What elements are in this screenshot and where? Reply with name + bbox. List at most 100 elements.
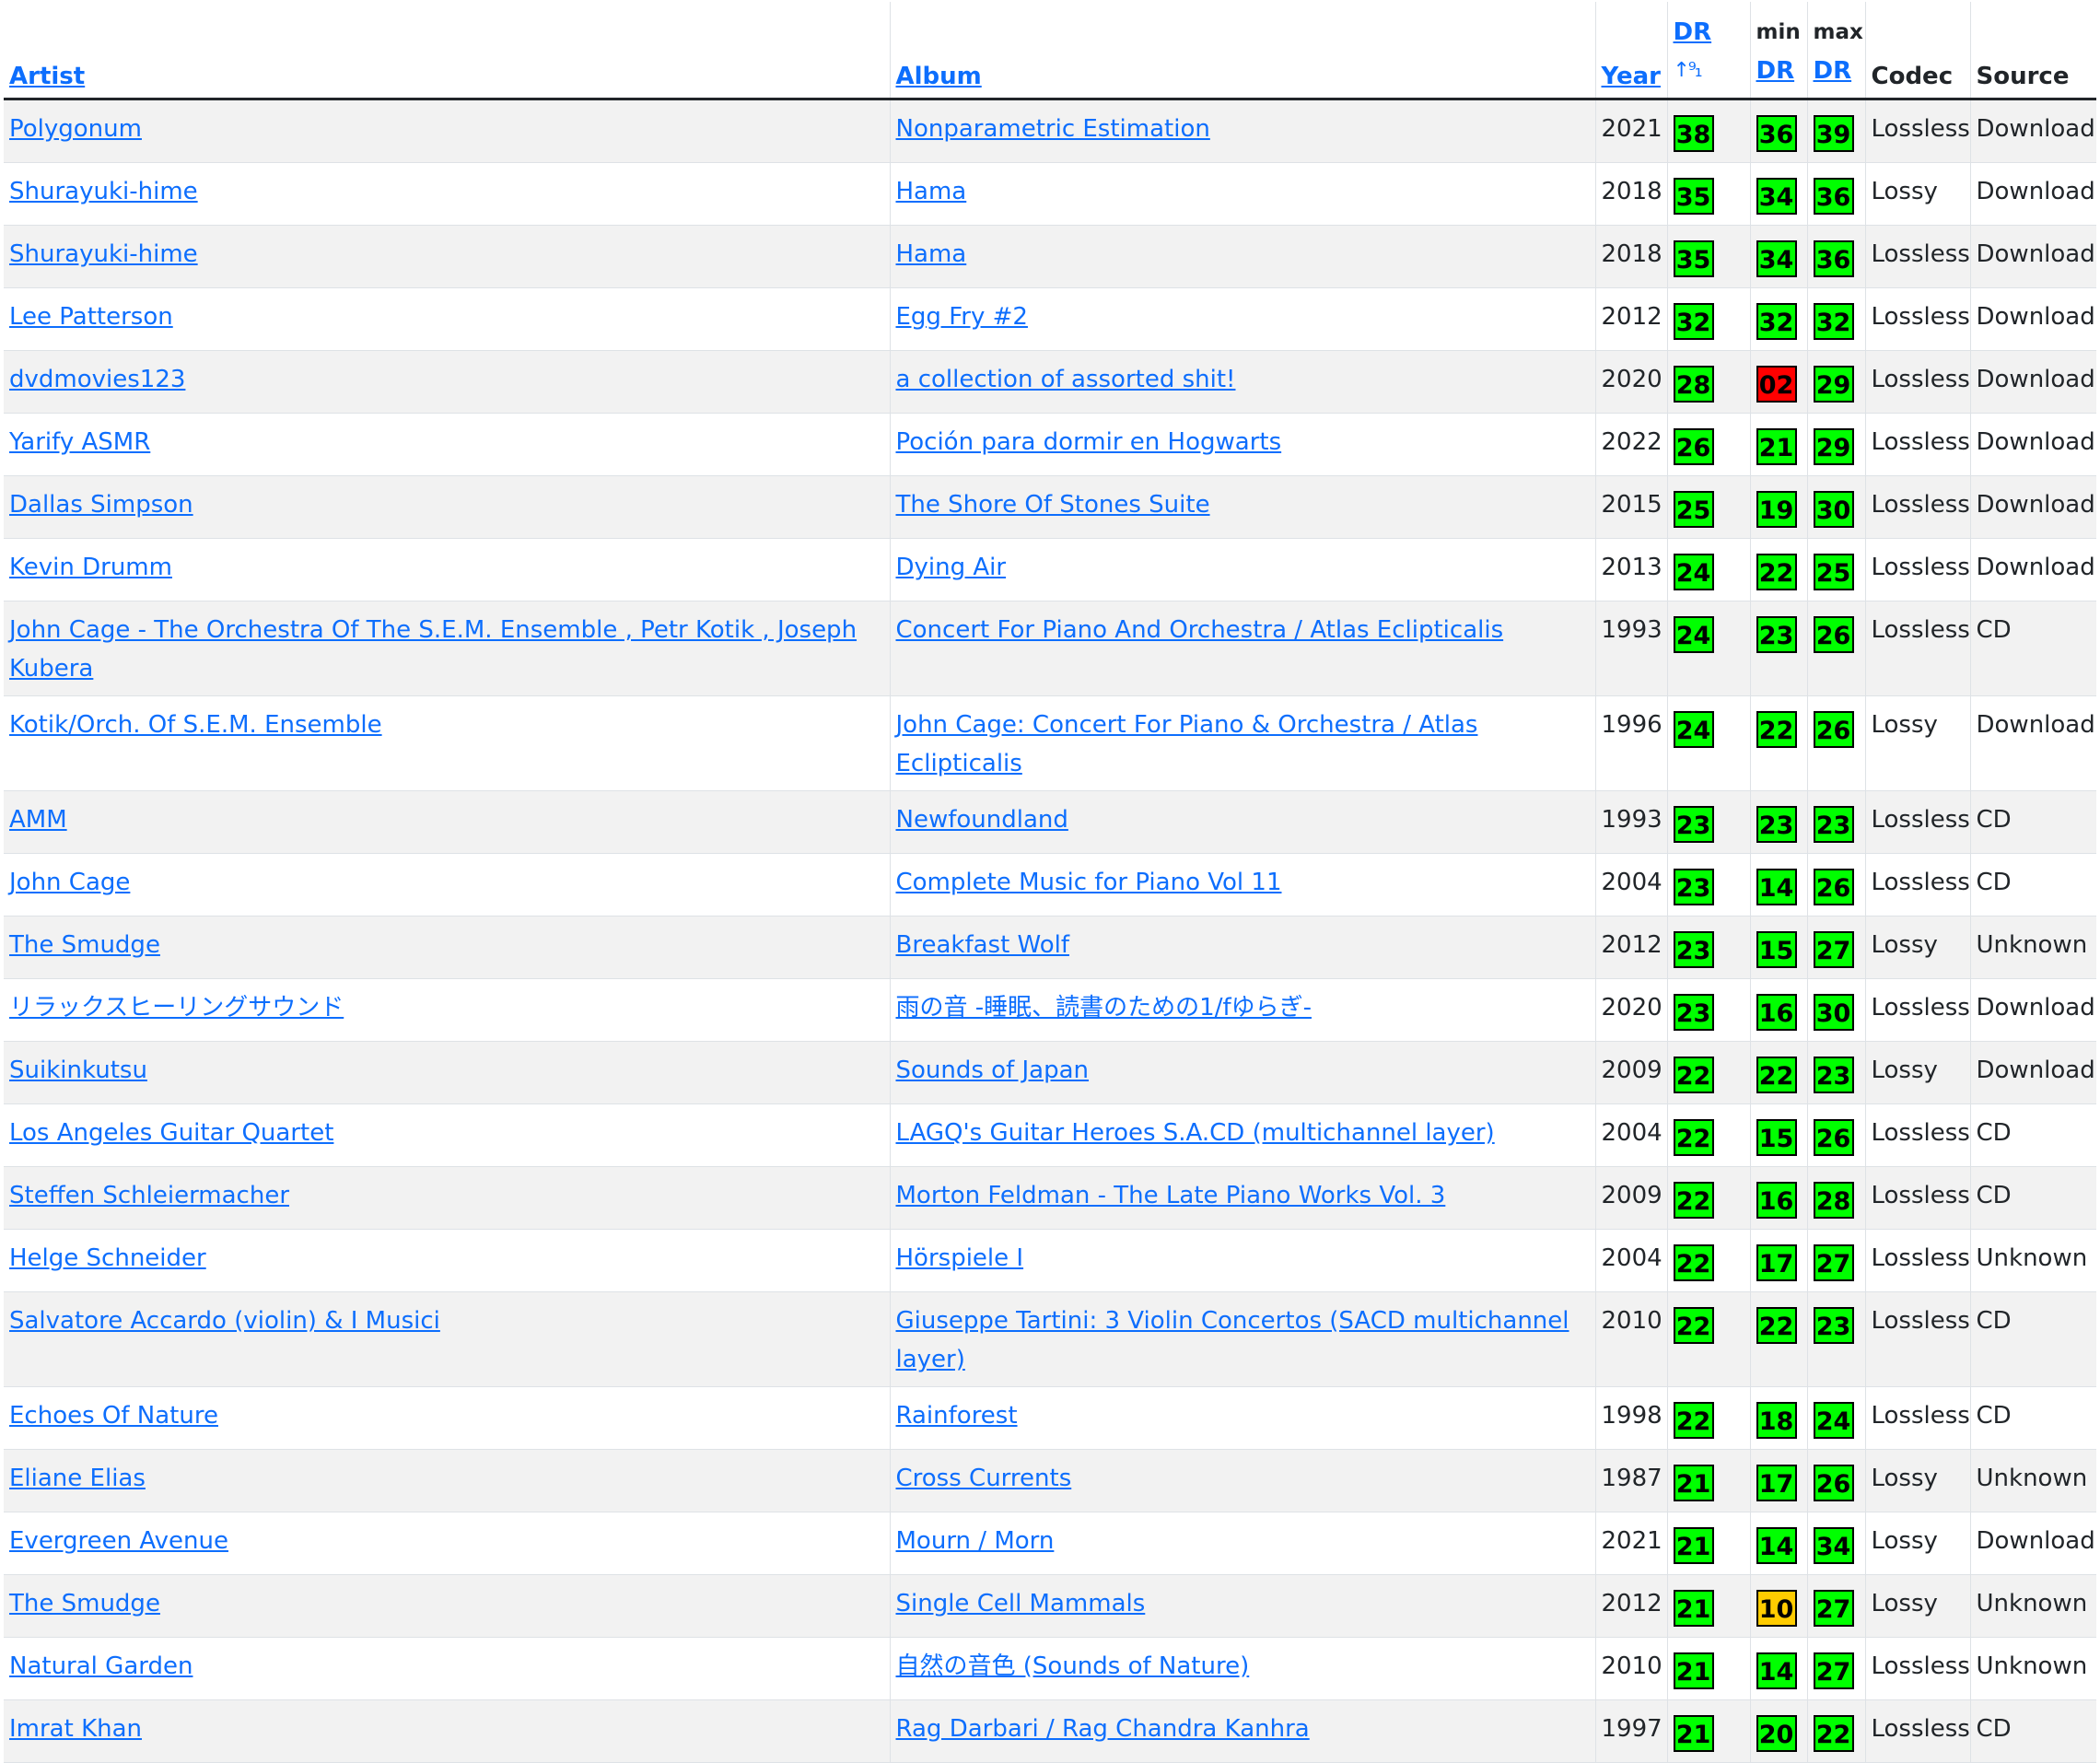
album-link[interactable]: The Shore Of Stones Suite (896, 491, 1210, 519)
min-dr-badge: 22 (1756, 711, 1797, 748)
dr-cell: 28 (1667, 350, 1751, 414)
album-cell: 自然の音色 (Sounds of Nature) (890, 1637, 1596, 1700)
album-link[interactable]: Cross Currents (896, 1465, 1072, 1492)
sort-by-min-dr-link[interactable]: DR (1756, 52, 1795, 90)
artist-link[interactable]: Shurayuki-hime (9, 240, 198, 268)
codec-cell: Lossless (1865, 1386, 1971, 1450)
album-cell: Giuseppe Tartini: 3 Violin Concertos (SA… (890, 1291, 1596, 1387)
album-link[interactable]: Rag Darbari / Rag Chandra Kanhra (896, 1715, 1310, 1743)
dr-cell: 22 (1667, 1041, 1751, 1104)
artist-link[interactable]: Yarify ASMR (9, 428, 150, 456)
artist-link[interactable]: Kotik/Orch. Of S.E.M. Ensemble (9, 711, 382, 739)
album-cell: Newfoundland (890, 790, 1596, 854)
artist-link[interactable]: dvdmovies123 (9, 366, 185, 393)
album-link[interactable]: Nonparametric Estimation (896, 115, 1210, 143)
source-cell: Unknown (1970, 1449, 2096, 1512)
source-cell: Download (1970, 1512, 2096, 1575)
album-link[interactable]: John Cage: Concert For Piano & Orchestra… (896, 711, 1478, 777)
codec-cell: Lossless (1865, 99, 1971, 163)
album-link[interactable]: Concert For Piano And Orchestra / Atlas … (896, 616, 1504, 644)
album-link[interactable]: Hama (896, 240, 967, 268)
album-link[interactable]: a collection of assorted shit! (896, 366, 1236, 393)
sort-by-max-dr-link[interactable]: DR (1814, 52, 1852, 90)
dr-cell: 23 (1667, 790, 1751, 854)
album-link[interactable]: Breakfast Wolf (896, 931, 1070, 959)
table-row: Suikinkutsu Sounds of Japan 2009 22 22 23 Loss… (4, 1041, 2096, 1104)
album-link[interactable]: Newfoundland (896, 806, 1068, 834)
sort-by-dr-link[interactable]: DR (1674, 13, 1712, 52)
dr-badge: 35 (1673, 178, 1714, 215)
artist-link[interactable]: Polygonum (9, 115, 142, 143)
max-dr-badge: 23 (1813, 1057, 1854, 1093)
artist-link[interactable]: Echoes Of Nature (9, 1402, 218, 1430)
min-dr-badge: 10 (1756, 1590, 1797, 1627)
artist-link[interactable]: リラックスヒーリングサウンド (9, 994, 344, 1022)
table-row: Eliane Elias Cross Currents 1987 21 17 26 Loss… (4, 1449, 2096, 1512)
album-link[interactable]: Hama (896, 178, 967, 205)
year-cell: 1997 (1595, 1699, 1668, 1763)
artist-link[interactable]: Dallas Simpson (9, 491, 193, 519)
dr-badge: 38 (1673, 115, 1714, 152)
album-link[interactable]: 自然の音色 (Sounds of Nature) (896, 1652, 1250, 1680)
max-dr-cell: 27 (1807, 1637, 1866, 1700)
artist-link[interactable]: Evergreen Avenue (9, 1527, 228, 1555)
album-link[interactable]: Single Cell Mammals (896, 1590, 1146, 1617)
table-row: Natural Garden 自然の音色 (Sounds of Nature) 20… (4, 1637, 2096, 1700)
artist-link[interactable]: The Smudge (9, 931, 160, 959)
min-dr-badge: 22 (1756, 1307, 1797, 1344)
artist-link[interactable]: Natural Garden (9, 1652, 192, 1680)
sort-by-year-link[interactable]: Year (1602, 63, 1661, 90)
album-cell: John Cage: Concert For Piano & Orchestra… (890, 695, 1596, 791)
artist-link[interactable]: Steffen Schleiermacher (9, 1182, 289, 1209)
artist-link[interactable]: Kevin Drumm (9, 554, 172, 581)
album-link[interactable]: Poción para dormir en Hogwarts (896, 428, 1282, 456)
album-link[interactable]: Complete Music for Piano Vol 11 (896, 869, 1282, 896)
dr-badge: 32 (1673, 303, 1714, 340)
artist-link[interactable]: Helge Schneider (9, 1244, 206, 1272)
artist-link[interactable]: John Cage - The Orchestra Of The S.E.M. … (9, 616, 857, 683)
year-cell: 2021 (1595, 99, 1668, 163)
min-dr-cell: 14 (1750, 853, 1808, 917)
min-dr-cell: 18 (1750, 1386, 1808, 1450)
codec-cell: Lossless (1865, 287, 1971, 351)
artist-link[interactable]: AMM (9, 806, 67, 834)
min-dr-cell: 15 (1750, 1103, 1808, 1167)
album-cell: Complete Music for Piano Vol 11 (890, 853, 1596, 917)
codec-cell: Lossless (1865, 475, 1971, 539)
album-link[interactable]: Rainforest (896, 1402, 1018, 1430)
year-cell: 2020 (1595, 350, 1668, 414)
max-dr-cell: 32 (1807, 287, 1866, 351)
artist-cell: Shurayuki-hime (4, 162, 891, 226)
source-cell: CD (1970, 601, 2096, 696)
album-link[interactable]: Mourn / Morn (896, 1527, 1055, 1555)
album-link[interactable]: Hörspiele I (896, 1244, 1024, 1272)
sort-by-artist-link[interactable]: Artist (9, 63, 85, 90)
artist-link[interactable]: Salvatore Accardo (violin) & I Musici (9, 1307, 440, 1335)
album-cell: Poción para dormir en Hogwarts (890, 413, 1596, 476)
artist-link[interactable]: Eliane Elias (9, 1465, 146, 1492)
album-link[interactable]: Giuseppe Tartini: 3 Violin Concertos (SA… (896, 1307, 1569, 1373)
album-link[interactable]: Egg Fry #2 (896, 303, 1028, 331)
codec-cell: Lossy (1865, 1041, 1971, 1104)
dr-badge: 23 (1673, 869, 1714, 905)
album-link[interactable]: 雨の音 -睡眠、読書のための1/fゆらぎ- (896, 994, 1312, 1022)
source-cell: CD (1970, 1386, 2096, 1450)
artist-link[interactable]: Shurayuki-hime (9, 178, 198, 205)
artist-link[interactable]: Imrat Khan (9, 1715, 142, 1743)
year-cell: 2004 (1595, 1229, 1668, 1292)
album-link[interactable]: LAGQ's Guitar Heroes S.A.CD (multichanne… (896, 1119, 1495, 1147)
artist-link[interactable]: Suikinkutsu (9, 1057, 147, 1084)
album-link[interactable]: Morton Feldman - The Late Piano Works Vo… (896, 1182, 1446, 1209)
album-link[interactable]: Sounds of Japan (896, 1057, 1090, 1084)
artist-cell: Suikinkutsu (4, 1041, 891, 1104)
artist-link[interactable]: The Smudge (9, 1590, 160, 1617)
min-dr-badge: 14 (1756, 1527, 1797, 1564)
source-cell: Download (1970, 695, 2096, 791)
album-link[interactable]: Dying Air (896, 554, 1007, 581)
artist-link[interactable]: Lee Patterson (9, 303, 173, 331)
artist-link[interactable]: Los Angeles Guitar Quartet (9, 1119, 333, 1147)
sort-by-album-link[interactable]: Album (896, 63, 982, 90)
source-cell: Unknown (1970, 916, 2096, 979)
min-dr-cell: 34 (1750, 225, 1808, 288)
artist-link[interactable]: John Cage (9, 869, 130, 896)
